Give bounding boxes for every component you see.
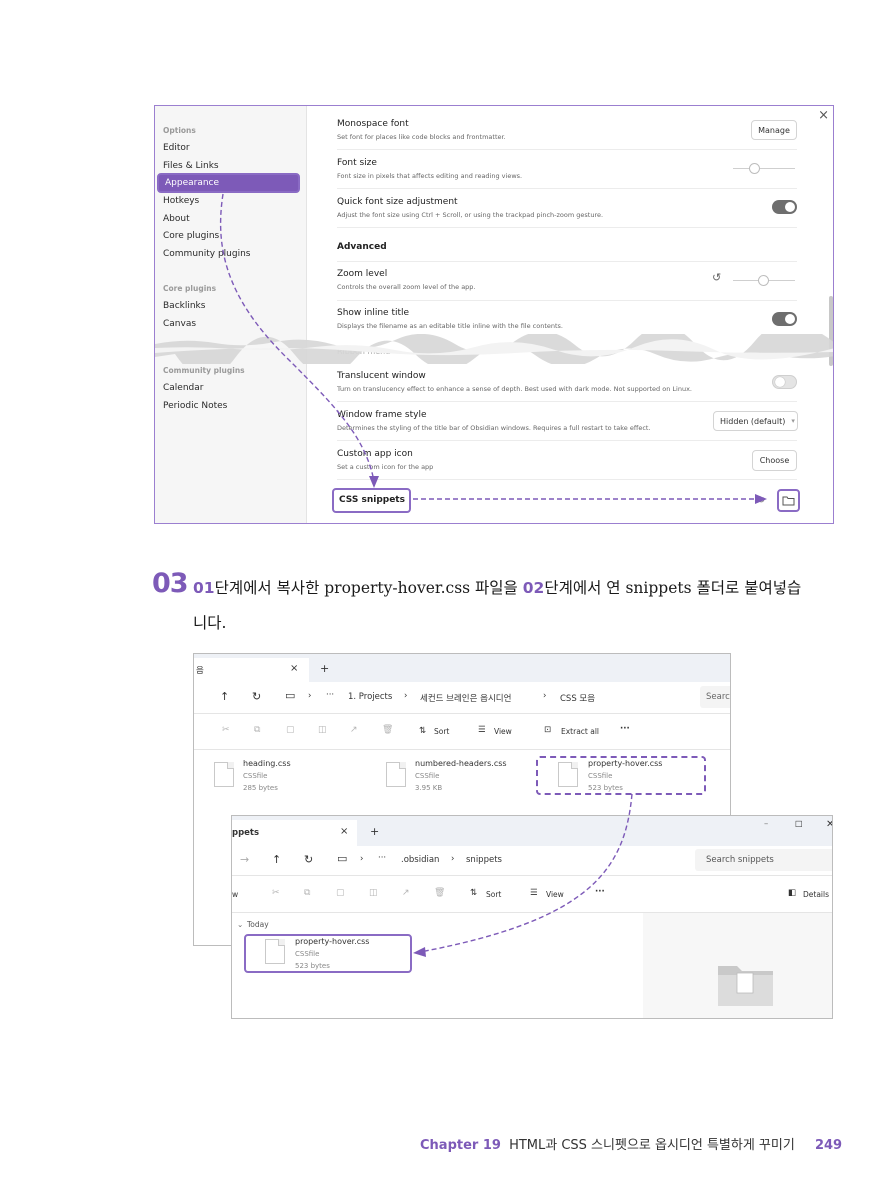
footer-title: HTML과 CSS 스니펫으로 옵시디언 특별하게 꾸미기 [509,1138,795,1153]
file-name[interactable]: property-hover.css [295,937,369,946]
file-type: CSSfile [243,772,268,780]
file-name[interactable]: heading.css [243,759,291,768]
copy-icon[interactable]: ⧉ [304,888,310,898]
file-size: 523 bytes [295,962,330,970]
search-placeholder: Search [706,692,730,702]
search-placeholder: Search snippets [706,855,774,865]
file-icon [265,939,285,964]
file-size: 285 bytes [243,784,278,792]
view-left-button[interactable]: w [232,890,238,899]
paste-icon[interactable]: ▢ [336,888,345,898]
close-window-icon[interactable]: ✕ [826,819,832,830]
sort-button[interactable]: Sort [434,727,449,736]
settings-screenshot: Options Editor Files & Links Appearance … [154,105,834,524]
minimize-icon[interactable]: – [764,819,768,829]
rename-icon[interactable]: ◫ [318,725,327,735]
view-button[interactable]: View [494,727,512,736]
file-type: CSSfile [295,950,320,958]
step-text-part3: 니다. [193,614,227,632]
file-type: CSSfile [415,772,440,780]
group-label-today: Today [247,920,269,929]
footer-chapter: Chapter 19 [420,1138,501,1153]
breadcrumb-item[interactable]: 1. Projects [348,692,392,702]
file-icon [386,762,406,787]
monitor-icon[interactable]: ▭ [285,689,295,702]
sort-icon: ⇅ [419,726,427,736]
new-tab-icon[interactable]: + [320,662,329,675]
chevron-down-icon[interactable]: ⌄ [237,920,243,929]
more-icon[interactable]: ··· [326,690,334,700]
paste-icon[interactable]: ▢ [286,725,295,735]
monitor-icon[interactable]: ▭ [337,852,347,865]
arrow-appearance-to-snippets [219,193,767,504]
details-icon: ◧ [788,888,797,898]
copy-icon[interactable]: ⧉ [254,725,260,735]
up-icon[interactable]: ↑ [220,690,229,703]
page-footer: Chapter 19 HTML과 CSS 스니펫으로 옵시디언 특별하게 꾸미기… [420,1134,842,1153]
tab-label: 음 [196,666,204,676]
address-bar-row: ↑ ↻ ▭ › ··· 1. Projects › 세컨드 브레인은 옵시디언 … [194,682,730,714]
page-number: 249 [814,1138,843,1153]
chevron-right-icon: › [360,854,364,864]
extract-icon: ⊡ [544,725,552,735]
details-button[interactable]: Details [803,890,829,899]
breadcrumb-item[interactable]: CSS 모음 [560,692,595,704]
share-icon[interactable]: ↗ [350,725,358,735]
up-icon[interactable]: ↑ [272,853,281,866]
chevron-right-icon: › [404,691,408,701]
close-icon[interactable]: × [340,826,348,837]
file-name[interactable]: numbered-headers.css [415,759,507,768]
more-icon[interactable]: ··· [378,853,386,863]
arrow-copy-to-snippets [413,793,633,957]
chevron-right-icon: › [308,691,312,701]
refresh-icon[interactable]: ↻ [252,690,261,703]
extract-all-button[interactable]: Extract all [561,727,599,736]
folder-preview-icon [718,966,773,1006]
search-input[interactable]: Search snippets [695,849,832,871]
command-bar: ✂ ⧉ ▢ ◫ ↗ 🗑 ⇅ Sort ☰ View ⊡ Extract all … [194,714,730,750]
forward-icon[interactable]: → [240,853,249,866]
tab-snippets[interactable]: ppets × [232,820,357,846]
file-type: CSSfile [588,772,613,780]
step-text-part2: 단계에서 연 snippets 폴더로 붙여넣습 [544,579,802,597]
tab-css-folder[interactable]: 음 × [194,658,309,682]
breadcrumb-item[interactable]: 세컨드 브레인은 옵시디언 [420,692,511,704]
new-tab-icon[interactable]: + [370,825,379,838]
step-number: 03 [152,568,189,599]
cut-icon[interactable]: ✂ [272,888,280,898]
step-ref-02: 02 [522,579,545,597]
view-icon: ☰ [478,725,486,735]
search-input[interactable]: Search [700,686,730,708]
chevron-right-icon: › [543,691,547,701]
refresh-icon[interactable]: ↻ [304,853,313,866]
step-text-part1: 단계에서 복사한 property-hover.css 파일을 [214,579,523,597]
file-icon [558,762,578,787]
file-icon [214,762,234,787]
tab-label: ppets [232,828,260,838]
step-text: 01단계에서 복사한 property-hover.css 파일을 02단계에서… [193,571,843,641]
rename-icon[interactable]: ◫ [369,888,378,898]
more-options-button[interactable]: ··· [620,724,630,734]
step-ref-01: 01 [193,579,215,597]
delete-icon[interactable]: 🗑 [382,725,393,735]
cut-icon[interactable]: ✂ [222,725,230,735]
maximize-icon[interactable]: ☐ [795,820,803,830]
close-icon[interactable]: × [290,663,298,674]
file-name[interactable]: property-hover.css [588,759,662,768]
